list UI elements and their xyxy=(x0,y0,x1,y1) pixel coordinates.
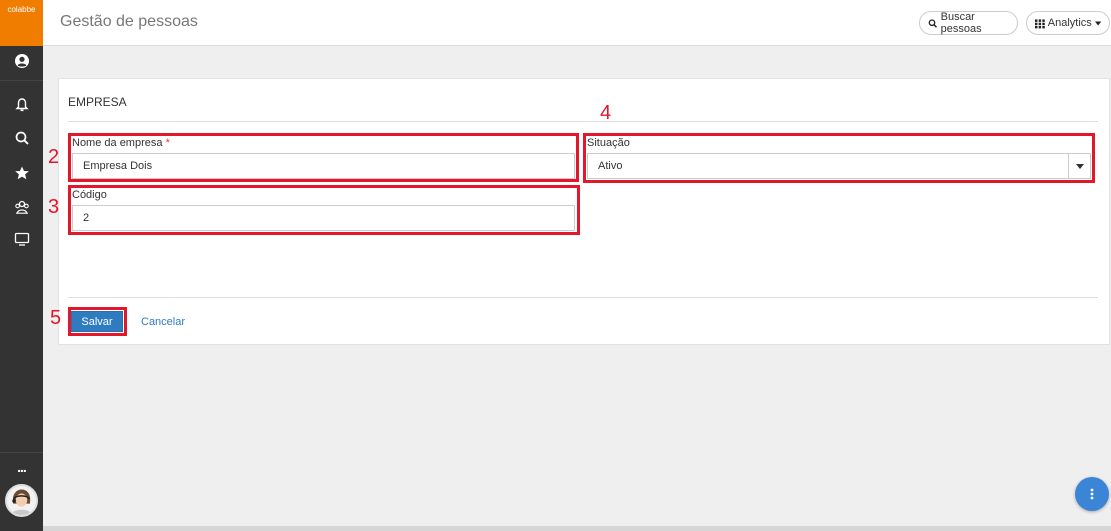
annotation-number: 2 xyxy=(48,146,60,168)
annotation-number: 3 xyxy=(48,196,60,218)
search-people-button[interactable]: Buscar pessoas xyxy=(919,11,1018,35)
star-icon[interactable] xyxy=(0,162,43,184)
top-header: Gestão de pessoas Buscar pessoas Analyti… xyxy=(43,0,1111,46)
section-title: EMPRESA xyxy=(68,95,127,109)
annotation-number: 4 xyxy=(600,102,612,124)
search-people-label: Buscar pessoas xyxy=(940,11,982,35)
info-fab-button[interactable] xyxy=(1075,477,1109,511)
analytics-label: Analytics xyxy=(1047,17,1092,29)
horizontal-scrollbar[interactable] xyxy=(43,526,1111,531)
annotation-number: 5 xyxy=(50,307,62,329)
search-icon xyxy=(928,18,937,28)
bell-icon[interactable] xyxy=(0,94,43,116)
highlight-box-company-name xyxy=(68,133,579,182)
monitor-icon[interactable] xyxy=(0,228,43,250)
cancel-link[interactable]: Cancelar xyxy=(141,316,185,328)
app-logo[interactable]: colabbe xyxy=(0,0,43,46)
more-icon[interactable]: ... xyxy=(0,456,43,478)
analytics-button[interactable]: Analytics xyxy=(1026,11,1110,35)
grid-icon xyxy=(1035,18,1045,28)
caret-down-icon xyxy=(1094,21,1101,25)
divider xyxy=(68,297,1098,298)
avatar[interactable] xyxy=(5,484,38,517)
sidebar: colabbe ... xyxy=(0,0,43,531)
sidebar-divider xyxy=(0,80,43,81)
users-icon[interactable] xyxy=(0,196,43,218)
highlight-box-save xyxy=(68,307,127,336)
search-icon[interactable] xyxy=(0,127,43,149)
divider xyxy=(68,121,1098,122)
page-title: Gestão de pessoas xyxy=(60,13,198,30)
highlight-box-status xyxy=(583,133,1095,183)
highlight-box-code xyxy=(68,185,580,235)
vertical-dots-icon xyxy=(1090,488,1094,500)
user-circle-icon[interactable] xyxy=(0,50,43,72)
sidebar-divider xyxy=(0,452,43,453)
